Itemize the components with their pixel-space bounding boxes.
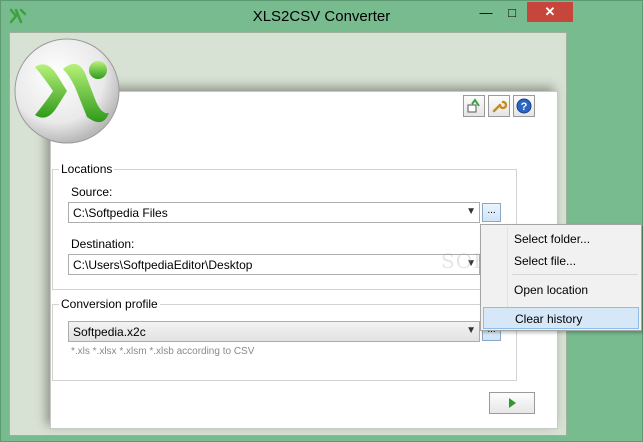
minimize-button[interactable]: —: [473, 2, 499, 22]
settings-button[interactable]: [488, 95, 510, 117]
export-button[interactable]: [463, 95, 485, 117]
context-menu: Select folder... Select file... Open loc…: [480, 224, 642, 331]
export-icon: [467, 98, 480, 113]
chevron-down-icon: ▼: [466, 206, 476, 217]
convert-button[interactable]: [489, 392, 535, 414]
app-logo: [14, 38, 120, 144]
destination-combo[interactable]: C:\Users\SoftpediaEditor\Desktop ▼: [68, 254, 480, 275]
profile-combo[interactable]: Softpedia.x2c ▼: [68, 321, 480, 342]
conversion-profile-group: Conversion profile: [52, 297, 517, 381]
profile-value: Softpedia.x2c: [73, 325, 146, 339]
maximize-button[interactable]: □: [499, 2, 525, 22]
source-value: C:\Softpedia Files: [73, 206, 168, 220]
wrench-icon: [492, 100, 507, 113]
close-button[interactable]: ✕: [527, 2, 573, 22]
svg-text:?: ?: [521, 101, 528, 113]
menu-item-select-file[interactable]: Select file...: [483, 250, 639, 272]
play-icon: [509, 398, 516, 408]
destination-value: C:\Users\SoftpediaEditor\Desktop: [73, 258, 253, 272]
destination-label: Destination:: [71, 237, 135, 251]
help-button[interactable]: ?: [513, 95, 535, 117]
source-label: Source:: [71, 185, 113, 199]
conversion-profile-legend: Conversion profile: [59, 297, 160, 311]
menu-item-open-location[interactable]: Open location: [483, 279, 639, 301]
source-browse-button[interactable]: ...: [482, 203, 501, 222]
help-icon: ?: [516, 98, 532, 114]
source-combo[interactable]: C:\Softpedia Files ▼: [68, 202, 480, 223]
menu-item-select-folder[interactable]: Select folder...: [483, 228, 639, 250]
chevron-down-icon: ▼: [466, 325, 476, 336]
menu-item-clear-history[interactable]: Clear history: [483, 307, 639, 329]
profile-hint: *.xls *.xlsx *.xlsm *.xlsb according to …: [71, 346, 255, 357]
title-bar[interactable]: XLS2CSV Converter — □ ✕: [1, 1, 642, 32]
menu-separator: [512, 274, 638, 275]
locations-legend: Locations: [59, 162, 115, 176]
app-window: XLS2CSV Converter — □ ✕ ? Locations Sour…: [0, 0, 643, 442]
